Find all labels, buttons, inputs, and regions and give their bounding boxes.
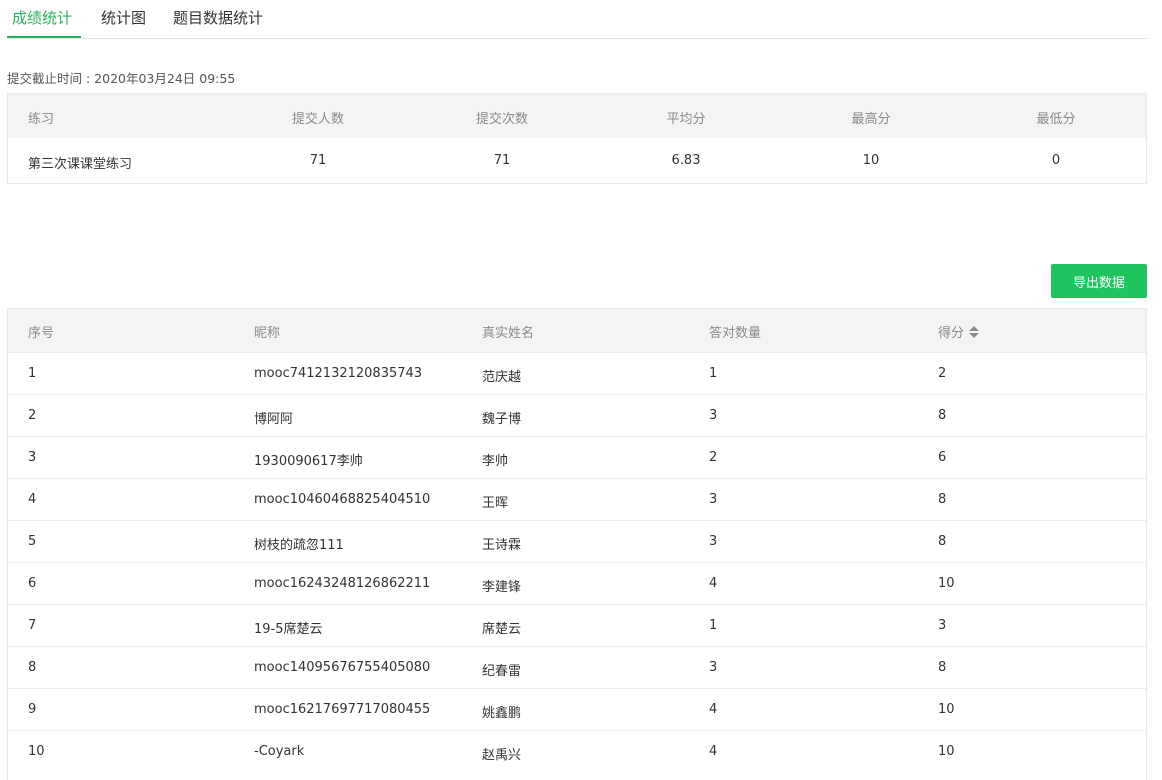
sort-caret-icon[interactable] [969,326,980,338]
table-row: 5 树枝的疏忽111 王诗霖 3 8 [8,520,1146,562]
summary-header-cell: 最高分 [851,112,891,127]
cell-nickname: mooc14095676755405080 [254,660,431,675]
table-row: 9 mooc16217697717080455 姚鑫鹏 4 10 [8,688,1146,730]
cell-index: 5 [28,534,37,549]
active-tab-indicator [7,36,81,38]
column-header-correct-count: 答对数量 [709,326,762,341]
cell-index: 2 [28,408,37,423]
cell-score: 8 [938,660,947,675]
cell-real-name: 李帅 [482,454,509,469]
cell-nickname: mooc10460468825404510 [254,492,431,507]
cell-nickname: 树枝的疏忽111 [254,538,344,553]
summary-cell: 第三次课课堂练习 [28,157,133,172]
summary-cell: 71 [493,153,511,168]
cell-score: 10 [938,576,955,591]
cell-real-name: 王诗霖 [482,538,522,553]
export-data-button[interactable]: 导出数据 [1051,264,1147,298]
summary-header-cell: 平均分 [666,112,706,127]
cell-correct-count: 3 [709,408,718,423]
table-row: 3 1930090617李帅 李帅 2 6 [8,436,1146,478]
table-row: 10 -Coyark 赵禹兴 4 10 [8,730,1146,772]
column-header-score-label: 得分 [938,326,965,341]
cell-score: 3 [938,618,947,633]
summary-cell: 0 [1051,153,1061,168]
summary-header-cell: 提交人数 [291,112,345,127]
summary-cell: 10 [862,153,880,168]
cell-real-name: 魏子博 [482,412,522,427]
cell-score: 8 [938,534,947,549]
tab-bar: 成绩统计 统计图 题目数据统计 [7,0,1147,39]
table-row: 1 mooc7412132120835743 范庆越 1 2 [8,352,1146,394]
cell-real-name: 赵禹兴 [482,748,522,763]
column-header-real-name: 真实姓名 [482,326,535,341]
cell-correct-count: 2 [709,450,718,465]
cell-index: 4 [28,492,37,507]
cell-index: 3 [28,450,37,465]
cell-real-name: 席楚云 [482,622,522,637]
cell-index: 8 [28,660,37,675]
cell-correct-count: 4 [709,744,718,759]
cell-nickname: mooc16217697717080455 [254,702,431,717]
summary-cell: 6.83 [671,153,701,168]
deadline-text: 提交截止时间 : 2020年03月24日 09:55 [7,71,236,86]
summary-table: 练习 提交人数 提交次数 平均分 最高分 最低分 第三次课课堂练习 71 71 … [7,93,1147,184]
column-header-index: 序号 [28,326,55,341]
summary-cell: 71 [309,153,327,168]
table-row: 2 博阿阿 魏子博 3 8 [8,394,1146,436]
column-header-score[interactable]: 得分 [938,322,980,341]
summary-header-cell: 最低分 [1036,112,1076,127]
cell-nickname: mooc7412132120835743 [254,366,423,381]
cell-score: 10 [938,702,955,717]
cell-correct-count: 3 [709,660,718,675]
cell-correct-count: 4 [709,576,718,591]
summary-header-cell: 提交次数 [475,112,529,127]
summary-header [8,94,1146,138]
tab-score-stats[interactable]: 成绩统计 [12,7,72,28]
column-header-nickname: 昵称 [254,326,281,341]
cell-correct-count: 4 [709,702,718,717]
student-score-table: 序号 昵称 真实姓名 答对数量 得分 1 mooc7412132120835743… [7,308,1147,780]
table-row: 6 mooc16243248126862211 李建锋 4 10 [8,562,1146,604]
cell-correct-count: 3 [709,534,718,549]
table-row: 4 mooc10460468825404510 王晖 3 8 [8,478,1146,520]
cell-nickname: 19-5席楚云 [254,622,323,637]
summary-header-cell: 练习 [28,112,55,127]
table-row: 7 19-5席楚云 席楚云 1 3 [8,604,1146,646]
cell-index: 1 [28,366,37,381]
cell-index: 6 [28,576,37,591]
cell-nickname: 博阿阿 [254,412,294,427]
cell-score: 2 [938,366,947,381]
cell-score: 10 [938,744,955,759]
tab-chart[interactable]: 统计图 [101,7,146,28]
cell-real-name: 姚鑫鹏 [482,706,522,721]
cell-nickname: mooc16243248126862211 [254,576,431,591]
cell-real-name: 李建锋 [482,580,522,595]
table-row: 8 mooc14095676755405080 纪春雷 3 8 [8,646,1146,688]
cell-score: 8 [938,408,947,423]
cell-index: 10 [28,744,45,759]
cell-correct-count: 1 [709,618,718,633]
cell-nickname: -Coyark [254,744,305,759]
tab-question-stats[interactable]: 题目数据统计 [173,7,263,28]
cell-real-name: 纪春雷 [482,664,522,679]
cell-real-name: 王晖 [482,496,509,511]
cell-correct-count: 1 [709,366,718,381]
cell-score: 6 [938,450,947,465]
cell-correct-count: 3 [709,492,718,507]
cell-score: 8 [938,492,947,507]
cell-index: 7 [28,618,37,633]
cell-real-name: 范庆越 [482,370,522,385]
cell-index: 9 [28,702,37,717]
cell-nickname: 1930090617李帅 [254,454,363,469]
